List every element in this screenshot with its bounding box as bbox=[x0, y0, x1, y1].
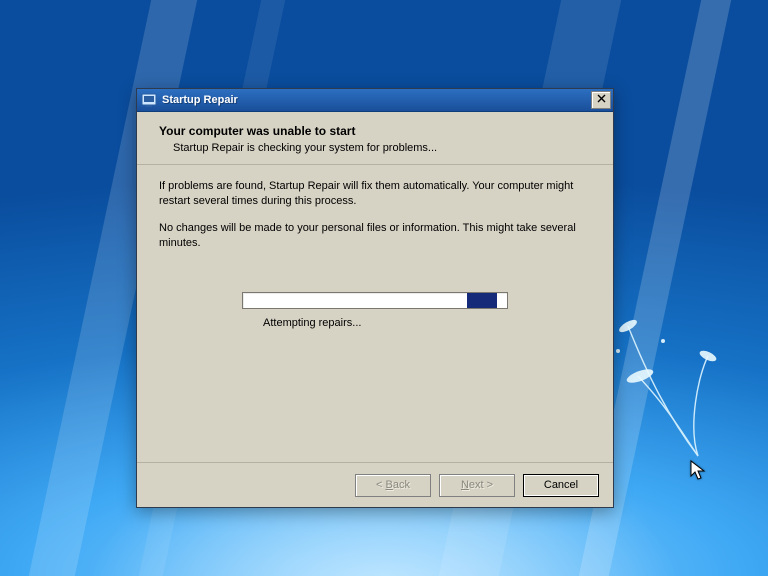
dialog-heading: Your computer was unable to start bbox=[159, 124, 591, 138]
dialog-client-area: Your computer was unable to start Startu… bbox=[137, 112, 613, 507]
title-bar[interactable]: Startup Repair bbox=[137, 89, 613, 112]
progress-label: Attempting repairs... bbox=[263, 317, 591, 329]
dialog-footer: < Back Next > Cancel bbox=[137, 462, 613, 507]
progress-fill bbox=[467, 293, 497, 308]
progress-bar bbox=[242, 292, 508, 309]
cancel-button-label: Cancel bbox=[544, 479, 578, 491]
progress-section: Attempting repairs... bbox=[159, 292, 591, 329]
body-text-2: No changes will be made to your personal… bbox=[159, 221, 591, 251]
startup-repair-dialog: Startup Repair Your computer was unable … bbox=[136, 88, 614, 508]
close-button[interactable] bbox=[591, 91, 611, 109]
body-text-1: If problems are found, Startup Repair wi… bbox=[159, 179, 591, 209]
close-icon bbox=[597, 94, 606, 106]
desktop-background: Startup Repair Your computer was unable … bbox=[0, 0, 768, 576]
dialog-body: If problems are found, Startup Repair wi… bbox=[137, 165, 613, 329]
dialog-subheading: Startup Repair is checking your system f… bbox=[173, 142, 591, 154]
back-button: < Back bbox=[355, 474, 431, 497]
next-button-label: Next > bbox=[461, 479, 493, 491]
dialog-header: Your computer was unable to start Startu… bbox=[137, 112, 613, 165]
back-button-label: < Back bbox=[376, 479, 410, 491]
startup-repair-icon bbox=[141, 92, 157, 108]
cancel-button[interactable]: Cancel bbox=[523, 474, 599, 497]
mouse-cursor-icon bbox=[690, 460, 706, 482]
window-title: Startup Repair bbox=[162, 94, 591, 106]
next-button: Next > bbox=[439, 474, 515, 497]
